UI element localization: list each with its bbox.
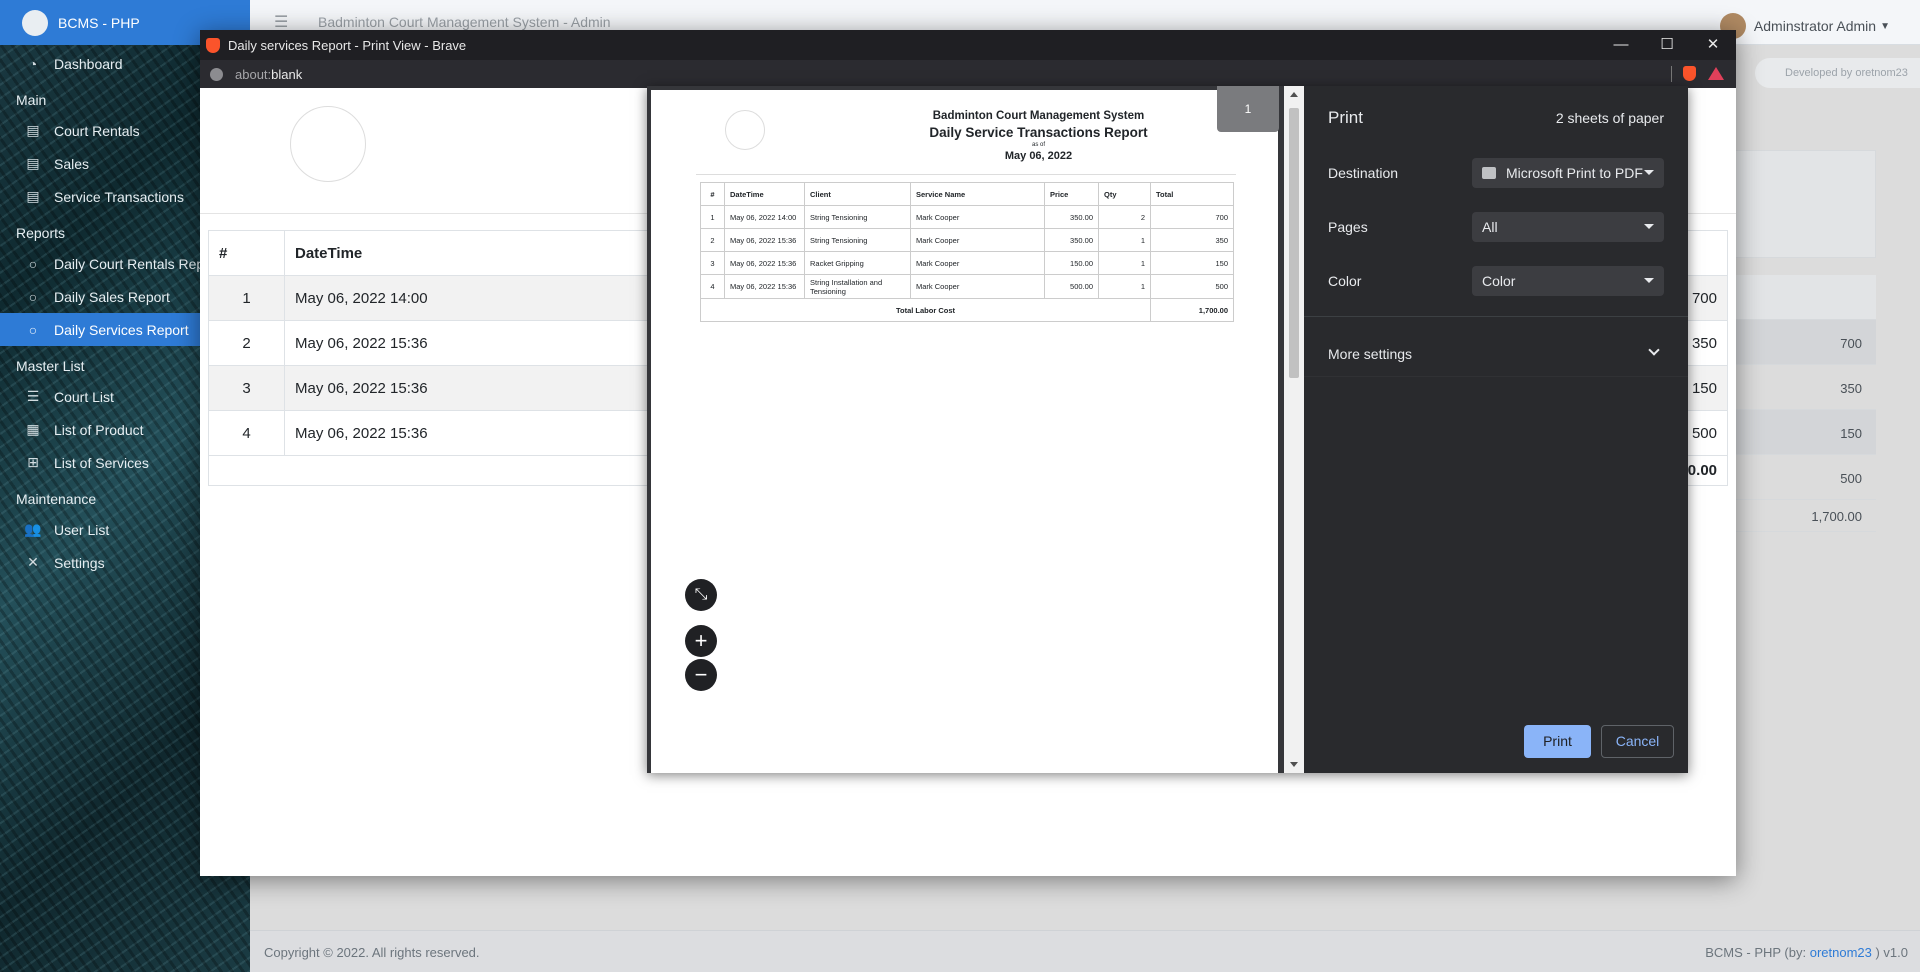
document-total-row: Total Labor Cost 1,700.00 — [700, 298, 1234, 322]
separator — [1671, 66, 1672, 82]
maximize-button[interactable]: ☐ — [1644, 30, 1690, 60]
file-icon: ▤ — [26, 122, 40, 138]
pages-select[interactable]: All — [1472, 212, 1664, 242]
preview-page: Badminton Court Management System Daily … — [651, 90, 1278, 773]
color-row: Color Color — [1328, 266, 1664, 296]
brand-logo — [22, 9, 48, 36]
destination-row: Destination Microsoft Print to PDF — [1328, 158, 1664, 188]
caret-down-icon — [1644, 170, 1654, 175]
print-settings-panel: Print 2 sheets of paper Destination Micr… — [1304, 86, 1688, 773]
table-icon: ⊞ — [27, 454, 39, 470]
document-system-name: Badminton Court Management System — [932, 110, 1145, 122]
document-as-of: as of — [1031, 142, 1045, 148]
users-icon: 👥 — [24, 521, 42, 537]
caret-down-icon: ▼ — [1880, 20, 1890, 32]
chevron-down-icon[interactable] — [1648, 344, 1660, 356]
document-report-title: Daily Service Transactions Report — [929, 125, 1148, 140]
url-path: blank — [271, 66, 303, 82]
caret-down-icon — [1644, 224, 1654, 229]
document-table: # DateTime Client Service Name Price Qty… — [700, 182, 1234, 322]
more-settings-toggle[interactable]: More settings — [1328, 346, 1412, 362]
document-row: 1 May 06, 2022 14:00 String Tensioning Mark… — [700, 205, 1234, 229]
file-icon: ▤ — [26, 155, 40, 171]
divider — [1304, 316, 1688, 317]
brave-shields-icon[interactable] — [1683, 66, 1696, 81]
dashboard-icon: ◔ — [28, 55, 38, 72]
destination-label: Destination — [1328, 165, 1399, 181]
print-title: Print — [1328, 108, 1363, 127]
minimize-button[interactable]: — — [1598, 30, 1644, 60]
destination-select[interactable]: Microsoft Print to PDF — [1472, 158, 1664, 188]
list-icon: ☰ — [26, 388, 40, 404]
boxes-icon: ▦ — [26, 421, 40, 437]
brave-icon — [206, 37, 220, 53]
file-icon: ▤ — [26, 188, 40, 204]
brave-rewards-icon[interactable] — [1708, 67, 1724, 80]
copyright: Copyright © 2022. All rights reserved. — [264, 945, 480, 960]
caret-down-icon — [1644, 278, 1654, 283]
printer-icon — [1482, 167, 1496, 179]
scroll-thumb[interactable] — [1289, 108, 1299, 378]
version-info: BCMS - PHP (by: oretnom23 ) v1.0 — [1705, 945, 1908, 960]
author-link[interactable]: oretnom23 — [1810, 945, 1872, 960]
report-logo — [290, 106, 366, 182]
close-window-button[interactable]: ✕ — [1690, 30, 1736, 60]
circle-icon: ○ — [28, 288, 38, 305]
cancel-button[interactable]: Cancel — [1601, 725, 1674, 758]
document-row: 2 May 06, 2022 15:36 String Tensioning Mark… — [700, 228, 1234, 252]
scroll-up-icon[interactable] — [1290, 92, 1298, 97]
zoom-out-button[interactable]: − — [685, 659, 717, 691]
document-divider — [696, 174, 1236, 175]
document-date: May 06, 2022 — [1004, 150, 1073, 162]
pages-label: Pages — [1328, 219, 1368, 235]
scroll-down-icon[interactable] — [1290, 762, 1298, 767]
user-menu[interactable]: Adminstrator Admin ▼ — [1719, 13, 1890, 39]
window-title: Daily services Report - Print View - Bra… — [228, 37, 467, 53]
info-icon[interactable] — [210, 67, 223, 81]
document-row: 4 May 06, 2022 15:36 String Installation a… — [700, 274, 1234, 299]
window-titlebar[interactable]: Daily services Report - Print View - Bra… — [200, 30, 1736, 60]
developer-credit: Developed by oretnom23 — [1755, 58, 1920, 88]
print-button[interactable]: Print — [1524, 725, 1591, 758]
brand-name: BCMS - PHP — [58, 14, 140, 31]
pages-row: Pages All — [1328, 212, 1664, 242]
document-row: 3 May 06, 2022 15:36 Racket Gripping Mark C… — [700, 251, 1234, 275]
print-view-window: Daily services Report - Print View - Bra… — [200, 30, 1736, 876]
tools-icon: ✕ — [27, 554, 39, 570]
circle-icon: ○ — [28, 255, 38, 272]
fit-to-page-button[interactable]: ⤡ — [685, 579, 717, 611]
color-label: Color — [1328, 273, 1362, 289]
print-preview: Badminton Court Management System Daily … — [647, 86, 1284, 773]
footer: Copyright © 2022. All rights reserved. B… — [250, 930, 1920, 972]
sheet-count: 2 sheets of paper — [1555, 110, 1664, 126]
divider — [1304, 376, 1688, 377]
menu-icon[interactable]: ☰ — [274, 12, 288, 32]
user-name: Adminstrator Admin — [1753, 18, 1877, 34]
address-bar[interactable]: about: blank — [200, 60, 1736, 88]
app-title: Badminton Court Management System - Admi… — [318, 14, 611, 30]
preview-scrollbar[interactable] — [1284, 86, 1304, 773]
document-header-row: # DateTime Client Service Name Price Qty… — [700, 182, 1234, 206]
circle-icon: ○ — [28, 321, 38, 338]
print-dialog: Badminton Court Management System Daily … — [647, 86, 1688, 773]
color-select[interactable]: Color — [1472, 266, 1664, 296]
zoom-in-button[interactable]: + — [685, 625, 717, 657]
page-number-badge: 1 — [1217, 86, 1279, 132]
url-scheme: about: — [235, 66, 272, 82]
